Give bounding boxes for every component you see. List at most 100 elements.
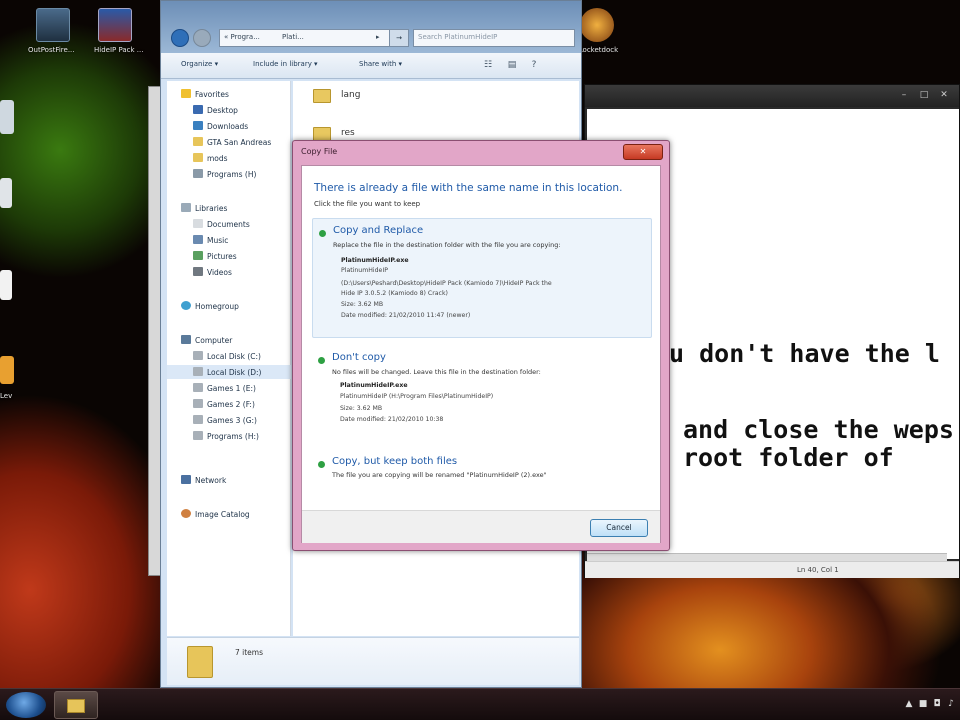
nav-programs[interactable]: Programs (H): [167, 167, 291, 181]
navigation-pane[interactable]: Favorites Desktop Downloads GTA San Andr…: [167, 81, 291, 636]
cancel-button[interactable]: Cancel: [590, 519, 648, 537]
file-size: Size: 3.62 MB: [341, 301, 384, 308]
nav-label: Computer: [195, 336, 233, 345]
close-button[interactable]: ✕: [937, 90, 951, 100]
homegroup-icon: [181, 301, 191, 310]
option-description: No files will be changed. Leave this fil…: [332, 368, 541, 376]
pictures-icon: [193, 251, 203, 260]
drive-icon: [193, 399, 203, 408]
green-arrow-icon: [319, 230, 326, 237]
organize-menu[interactable]: Organize ▾: [181, 60, 218, 68]
nav-image-catalog[interactable]: Image Catalog: [167, 507, 291, 521]
nav-label: Documents: [207, 220, 250, 229]
forward-button[interactable]: [193, 29, 211, 47]
nav-label: Network: [195, 476, 227, 485]
keep-both-option[interactable]: Copy, but keep both files The file you a…: [312, 450, 652, 484]
nav-games1[interactable]: Games 1 (E:): [167, 381, 291, 395]
nav-local-c[interactable]: Local Disk (C:): [167, 349, 291, 363]
date-modified: Date modified: 21/02/2010 10:38: [340, 416, 444, 423]
desktop-icon-label: OutPostFire...: [28, 46, 75, 54]
nav-documents[interactable]: Documents: [167, 217, 291, 231]
file-path: Hide IP 3.0.5.2 (Kamiodo 8) Crack): [341, 290, 448, 297]
preview-pane-icon[interactable]: ▤: [505, 59, 519, 71]
file-name: lang: [341, 90, 361, 100]
start-button[interactable]: [6, 692, 46, 718]
green-arrow-icon: [318, 461, 325, 468]
network-icon: [181, 475, 191, 484]
notepad-titlebar[interactable]: – □ ✕: [585, 85, 959, 107]
folder-icon: [313, 89, 331, 103]
nav-libraries[interactable]: Libraries: [167, 201, 291, 215]
copy-and-replace-option[interactable]: Copy and Replace Replace the file in the…: [312, 218, 652, 338]
drive-icon: [193, 169, 203, 178]
breadcrumb-chevron[interactable]: ▸: [376, 33, 380, 41]
nav-label: Homegroup: [195, 302, 239, 311]
app-icon: [0, 270, 12, 300]
view-options-icon[interactable]: ☷: [481, 59, 495, 71]
nav-favorites[interactable]: Favorites: [167, 87, 291, 101]
show-hidden-icons-icon[interactable]: ▲: [904, 699, 914, 709]
nav-downloads[interactable]: Downloads: [167, 119, 291, 133]
back-button[interactable]: [171, 29, 189, 47]
dont-copy-option[interactable]: Don't copy No files will be changed. Lea…: [312, 346, 652, 436]
share-with-menu[interactable]: Share with ▾: [359, 60, 402, 68]
image-catalog-icon: [181, 509, 191, 518]
taskbar-explorer-button[interactable]: [54, 691, 98, 719]
nav-games3[interactable]: Games 3 (G:): [167, 413, 291, 427]
help-icon[interactable]: ?: [527, 59, 541, 71]
volume-icon[interactable]: ♪: [946, 699, 956, 709]
breadcrumb[interactable]: « Progra...: [224, 33, 260, 41]
folder-icon: [313, 127, 331, 141]
nav-desktop[interactable]: Desktop: [167, 103, 291, 117]
explorer-titlebar[interactable]: « Progra... Plati... ▸ → Search Platinum…: [161, 1, 581, 53]
dialog-footer: Cancel: [302, 510, 660, 543]
copy-file-dialog[interactable]: Copy File ✕ There is already a file with…: [292, 140, 670, 551]
nav-pictures[interactable]: Pictures: [167, 249, 291, 263]
nav-label: Games 2 (F:): [207, 400, 255, 409]
include-in-library-menu[interactable]: Include in library ▾: [253, 60, 318, 68]
nav-gta[interactable]: GTA San Andreas: [167, 135, 291, 149]
drive-icon: [193, 431, 203, 440]
go-button[interactable]: →: [389, 29, 409, 47]
videos-icon: [193, 267, 203, 276]
nav-mods[interactable]: mods: [167, 151, 291, 165]
option-description: The file you are copying will be renamed…: [332, 471, 547, 479]
network-icon[interactable]: ◘: [932, 699, 942, 709]
dialog-subheading: Click the file you want to keep: [314, 200, 421, 208]
horizontal-scrollbar[interactable]: [587, 553, 947, 561]
close-button[interactable]: ✕: [623, 144, 663, 160]
nav-computer[interactable]: Computer: [167, 333, 291, 347]
nav-games2[interactable]: Games 2 (F:): [167, 397, 291, 411]
details-pane: 7 items: [167, 637, 579, 685]
search-input[interactable]: Search PlatinumHideIP: [413, 29, 575, 47]
breadcrumb[interactable]: Plati...: [282, 33, 304, 41]
nav-homegroup[interactable]: Homegroup: [167, 299, 291, 313]
action-center-icon[interactable]: ■: [918, 699, 928, 709]
nav-network[interactable]: Network: [167, 473, 291, 487]
nav-label: Games 1 (E:): [207, 384, 256, 393]
notepad-line: and close the weps: [683, 415, 954, 444]
minimize-button[interactable]: –: [897, 90, 911, 100]
nav-local-d[interactable]: Local Disk (D:): [167, 365, 291, 379]
nav-label: Desktop: [207, 106, 238, 115]
maximize-button[interactable]: □: [917, 90, 931, 100]
file-name: PlatinumHideIP.exe: [340, 382, 408, 389]
drive-icon: [193, 415, 203, 424]
address-bar[interactable]: « Progra... Plati... ▸: [219, 29, 409, 47]
nav-programs-h[interactable]: Programs (H:): [167, 429, 291, 443]
documents-icon: [193, 219, 203, 228]
desktop-icon-label: Lev: [0, 392, 13, 400]
folder-icon: [187, 646, 213, 678]
file-name: PlatinumHideIP.exe: [341, 257, 409, 264]
notepad-line: root folder of: [683, 443, 894, 472]
nav-videos[interactable]: Videos: [167, 265, 291, 279]
desktop-icon: [193, 105, 203, 114]
music-icon: [193, 235, 203, 244]
drive-icon: [193, 367, 203, 376]
dialog-heading: There is already a file with the same na…: [314, 182, 623, 194]
app-icon: [0, 178, 12, 208]
nav-music[interactable]: Music: [167, 233, 291, 247]
date-modified: Date modified: 21/02/2010 11:47 (newer): [341, 312, 471, 319]
file-name: res: [341, 128, 355, 138]
nav-label: Local Disk (D:): [207, 368, 262, 377]
